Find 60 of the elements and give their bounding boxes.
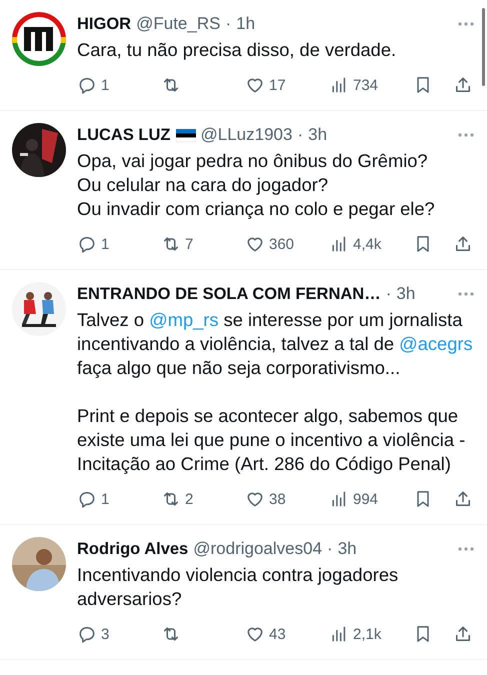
author-name: ENTRANDO DE SOLA COM FERNAN… (77, 284, 381, 304)
reply-button[interactable]: 1 (77, 75, 161, 95)
author-handle: @LLuz1903 (200, 125, 292, 145)
separator-dot: · (297, 125, 304, 145)
views-button[interactable]: 4,4k (329, 234, 413, 254)
count: 360 (269, 236, 294, 252)
separator-dot: · (386, 284, 392, 304)
share-icon (453, 489, 473, 509)
count: 43 (269, 626, 286, 642)
tweet-text: Incentivando violencia contra jogadores adversarios? (77, 563, 400, 611)
like-button[interactable]: 17 (245, 75, 329, 95)
share-button[interactable] (453, 75, 473, 95)
reply-icon (77, 75, 97, 95)
reply-icon (77, 234, 97, 254)
post-time: 3h (396, 284, 416, 304)
views-button[interactable]: 734 (329, 75, 413, 95)
separator-dot: · (327, 539, 333, 559)
tweet-text: Talvez o @mp_rs se interesse por um jornalista incentivando a violência, talvez a tal de @acegrs faça algo que não seja corporativismo... (77, 308, 474, 380)
tweet-text: Print e depois se acontecer algo, sabemos que existe uma lei que pune o incentivo a violência - Incitação ao Crime (Art. 286 do Código Penal) (77, 404, 466, 476)
count: 38 (269, 490, 286, 508)
author-name: LUCAS LUZ (77, 126, 170, 144)
post-time: 3h (338, 539, 357, 559)
reply-button[interactable]: 1 (77, 234, 161, 254)
tweet-text: Opa, vai jogar pedra no ônibus do Grêmio? Ou celular na cara do jogador? Ou invadir com criança no colo e pegar ele? (77, 149, 436, 221)
count: 3 (101, 626, 110, 642)
share-icon (453, 624, 473, 644)
repost-button[interactable]: 2 (161, 489, 245, 509)
count: 2,1k (353, 626, 382, 642)
count: 1 (101, 76, 110, 94)
count: 994 (353, 490, 378, 508)
share-button[interactable] (453, 624, 473, 644)
author-handle: @rodrigoalves04 (193, 539, 322, 559)
share-icon (453, 75, 473, 95)
share-icon (453, 234, 473, 254)
share-button[interactable] (453, 234, 473, 254)
reply-icon (77, 489, 97, 509)
reply-button[interactable]: 3 (77, 624, 161, 644)
author-handle: @Fute_RS (136, 14, 220, 34)
count: 7 (185, 236, 194, 252)
count: 734 (353, 76, 378, 94)
views-button[interactable]: 2,1k (329, 624, 413, 644)
author-name: Rodrigo Alves (77, 540, 188, 558)
count: 17 (269, 76, 286, 94)
post-time: 3h (308, 125, 328, 145)
author-name: HIGOR (77, 14, 132, 34)
share-button[interactable] (453, 489, 473, 509)
count: 1 (101, 490, 110, 508)
post-time: 1h (236, 14, 256, 34)
like-button[interactable]: 43 (245, 624, 329, 644)
count: 2 (185, 490, 194, 508)
like-button[interactable]: 360 (245, 234, 329, 254)
reply-button[interactable]: 1 (77, 489, 161, 509)
tweet-text: Cara, tu não precisa disso, de verdade. (77, 38, 398, 62)
count: 1 (101, 236, 110, 252)
count: 4,4k (353, 236, 382, 252)
repost-button[interactable]: 7 (161, 234, 245, 254)
reply-icon (77, 624, 97, 644)
views-button[interactable]: 994 (329, 489, 413, 509)
like-button[interactable]: 38 (245, 489, 329, 509)
separator-dot: · (225, 14, 232, 34)
